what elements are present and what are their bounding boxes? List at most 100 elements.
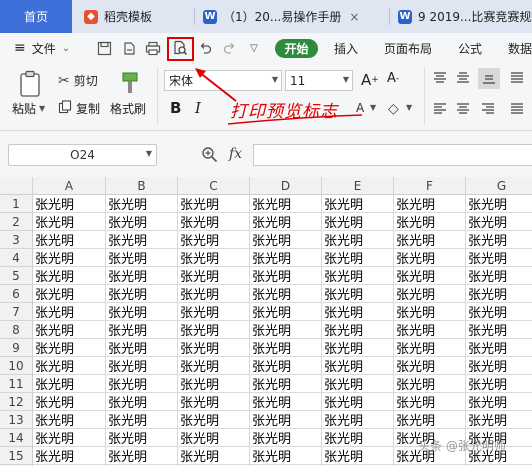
- table-cell[interactable]: 张光明: [466, 411, 532, 429]
- table-cell[interactable]: 张光明: [250, 393, 322, 411]
- table-cell[interactable]: 张光明: [394, 375, 466, 393]
- row-header[interactable]: 14: [0, 429, 33, 447]
- increase-font-size-icon[interactable]: A +: [361, 71, 379, 89]
- tab-insert[interactable]: 插入: [334, 33, 358, 63]
- table-cell[interactable]: 张光明: [394, 249, 466, 267]
- font-name-select[interactable]: 宋体 ▼: [164, 70, 282, 91]
- table-cell[interactable]: 张光明: [178, 231, 250, 249]
- table-cell[interactable]: 张光明: [178, 321, 250, 339]
- print-icon[interactable]: [144, 39, 162, 57]
- align-bottom-icon[interactable]: [478, 68, 500, 89]
- column-header[interactable]: B: [106, 177, 178, 195]
- table-cell[interactable]: 张光明: [33, 303, 106, 321]
- table-cell[interactable]: 张光明: [178, 303, 250, 321]
- table-cell[interactable]: 张光明: [466, 195, 532, 213]
- table-cell[interactable]: 张光明: [322, 429, 394, 447]
- table-cell[interactable]: 张光明: [250, 321, 322, 339]
- table-cell[interactable]: 张光明: [466, 375, 532, 393]
- table-cell[interactable]: 张光明: [178, 249, 250, 267]
- table-cell[interactable]: 张光明: [322, 213, 394, 231]
- table-cell[interactable]: 张光明: [106, 447, 178, 465]
- table-cell[interactable]: 张光明: [106, 429, 178, 447]
- column-header[interactable]: D: [250, 177, 322, 195]
- eraser-icon[interactable]: ◇: [388, 101, 399, 117]
- export-pdf-icon[interactable]: [120, 39, 138, 57]
- table-cell[interactable]: 张光明: [106, 339, 178, 357]
- row-header[interactable]: 4: [0, 249, 33, 267]
- table-cell[interactable]: 张光明: [178, 393, 250, 411]
- table-cell[interactable]: 张光明: [250, 231, 322, 249]
- chevron-down-icon[interactable]: ▽: [245, 39, 263, 57]
- font-size-select[interactable]: 11 ▼: [285, 70, 353, 91]
- table-cell[interactable]: 张光明: [394, 303, 466, 321]
- table-cell[interactable]: 张光明: [250, 249, 322, 267]
- table-cell[interactable]: 张光明: [250, 411, 322, 429]
- table-cell[interactable]: 张光明: [178, 195, 250, 213]
- table-cell[interactable]: 张光明: [250, 339, 322, 357]
- table-cell[interactable]: 张光明: [250, 303, 322, 321]
- column-header[interactable]: E: [322, 177, 394, 195]
- table-cell[interactable]: 张光明: [322, 321, 394, 339]
- table-cell[interactable]: 张光明: [106, 213, 178, 231]
- align-middle-icon[interactable]: [456, 72, 470, 84]
- table-cell[interactable]: 张光明: [250, 447, 322, 465]
- tab-page-layout[interactable]: 页面布局: [384, 33, 432, 63]
- file-menu-button[interactable]: ≡ 文件 ⌄: [14, 33, 70, 63]
- table-cell[interactable]: 张光明: [466, 357, 532, 375]
- font-color-icon[interactable]: A: [356, 101, 364, 115]
- align-left-icon[interactable]: [433, 103, 447, 115]
- table-cell[interactable]: 张光明: [322, 339, 394, 357]
- tab-home[interactable]: 首页: [0, 0, 72, 33]
- close-icon[interactable]: ×: [349, 10, 359, 24]
- paste-icon[interactable]: [15, 69, 45, 99]
- cut-button[interactable]: ✂ 剪切: [58, 72, 98, 89]
- table-cell[interactable]: 张光明: [33, 393, 106, 411]
- table-cell[interactable]: 张光明: [466, 249, 532, 267]
- table-cell[interactable]: 张光明: [33, 411, 106, 429]
- row-header[interactable]: 5: [0, 267, 33, 285]
- table-cell[interactable]: 张光明: [106, 303, 178, 321]
- table-cell[interactable]: 张光明: [322, 231, 394, 249]
- table-cell[interactable]: 张光明: [394, 411, 466, 429]
- table-cell[interactable]: 张光明: [250, 267, 322, 285]
- table-cell[interactable]: 张光明: [106, 393, 178, 411]
- table-cell[interactable]: 张光明: [33, 375, 106, 393]
- row-header[interactable]: 6: [0, 285, 33, 303]
- table-cell[interactable]: 张光明: [106, 195, 178, 213]
- table-cell[interactable]: 张光明: [466, 303, 532, 321]
- table-cell[interactable]: 张光明: [178, 447, 250, 465]
- align-center-icon[interactable]: [456, 103, 470, 115]
- fx-icon[interactable]: fx: [229, 146, 242, 162]
- table-cell[interactable]: 张光明: [466, 339, 532, 357]
- row-header[interactable]: 3: [0, 231, 33, 249]
- tab-start[interactable]: 开始: [275, 39, 318, 58]
- table-cell[interactable]: 张光明: [322, 393, 394, 411]
- row-header[interactable]: 2: [0, 213, 33, 231]
- table-cell[interactable]: 张光明: [178, 339, 250, 357]
- decrease-font-size-icon[interactable]: A-: [387, 71, 399, 86]
- table-cell[interactable]: 张光明: [178, 213, 250, 231]
- text-direction-icon[interactable]: [510, 72, 524, 84]
- table-cell[interactable]: 张光明: [33, 213, 106, 231]
- table-cell[interactable]: 张光明: [178, 267, 250, 285]
- table-cell[interactable]: 张光明: [33, 195, 106, 213]
- column-header[interactable]: G: [466, 177, 532, 195]
- table-cell[interactable]: 张光明: [106, 375, 178, 393]
- table-cell[interactable]: 张光明: [466, 267, 532, 285]
- tab-formula[interactable]: 公式: [458, 33, 482, 63]
- table-cell[interactable]: 张光明: [466, 213, 532, 231]
- table-cell[interactable]: 张光明: [250, 285, 322, 303]
- table-cell[interactable]: 张光明: [394, 393, 466, 411]
- row-header[interactable]: 9: [0, 339, 33, 357]
- column-header[interactable]: C: [178, 177, 250, 195]
- row-header[interactable]: 13: [0, 411, 33, 429]
- select-all-corner[interactable]: [0, 177, 33, 195]
- table-cell[interactable]: 张光明: [394, 357, 466, 375]
- chevron-down-icon[interactable]: ▼: [406, 103, 412, 112]
- table-cell[interactable]: 张光明: [178, 285, 250, 303]
- table-cell[interactable]: 张光明: [322, 357, 394, 375]
- table-cell[interactable]: 张光明: [322, 285, 394, 303]
- table-cell[interactable]: 张光明: [322, 375, 394, 393]
- tab-data[interactable]: 数据: [508, 33, 532, 63]
- table-cell[interactable]: 张光明: [106, 285, 178, 303]
